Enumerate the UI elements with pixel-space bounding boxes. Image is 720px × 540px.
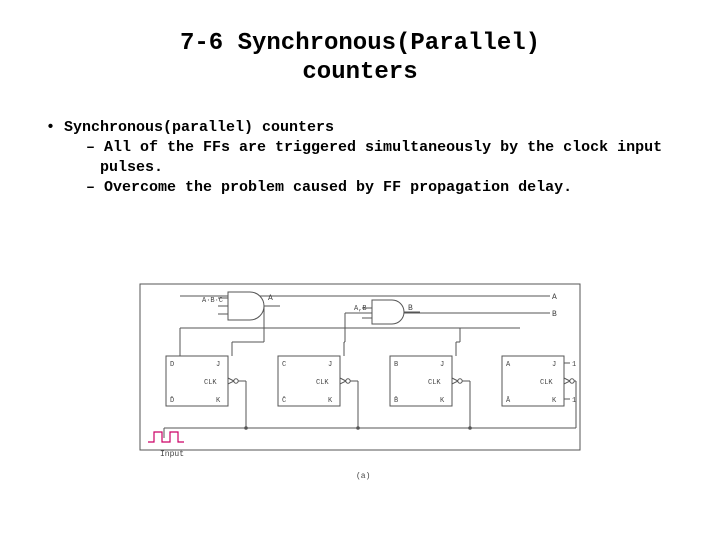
svg-text:A,B: A,B — [354, 305, 367, 313]
svg-text:CLK: CLK — [428, 379, 441, 387]
svg-text:1: 1 — [572, 361, 576, 369]
label-b: B — [552, 310, 557, 319]
svg-text:C̄: C̄ — [282, 396, 286, 405]
svg-text:D̄: D̄ — [170, 396, 174, 405]
svg-text:J: J — [328, 361, 332, 369]
bullet-list: Synchronous(parallel) counters All of th… — [40, 118, 680, 199]
svg-text:B̄: B̄ — [394, 396, 398, 405]
bullet-main: Synchronous(parallel) counters — [46, 118, 680, 138]
circuit-svg: .w { stroke:#555; stroke-width:1; fill:n… — [120, 278, 600, 488]
svg-text:C: C — [282, 361, 286, 369]
flipflop-c: C C̄ J K CLK — [278, 356, 350, 406]
slide-title: 7-6 Synchronous(Parallel) counters — [40, 30, 680, 88]
label-a: A — [552, 293, 557, 302]
svg-text:B: B — [394, 361, 398, 369]
slide: 7-6 Synchronous(Parallel) counters Synch… — [0, 0, 720, 540]
svg-text:D: D — [170, 361, 174, 369]
svg-text:J: J — [440, 361, 444, 369]
svg-text:CLK: CLK — [316, 379, 329, 387]
circuit-diagram: .w { stroke:#555; stroke-width:1; fill:n… — [120, 278, 600, 488]
flipflop-d: D D̄ J K CLK — [166, 356, 238, 406]
svg-text:A: A — [268, 294, 273, 303]
flipflop-b: B B̄ J K CLK — [390, 356, 462, 406]
svg-text:CLK: CLK — [204, 379, 217, 387]
bullet-sub-1: All of the FFs are triggered simultaneou… — [86, 138, 680, 179]
title-line-1: 7-6 Synchronous(Parallel) — [180, 30, 540, 57]
figure-sub-label: (a) — [356, 472, 370, 481]
svg-text:J: J — [552, 361, 556, 369]
svg-text:CLK: CLK — [540, 379, 553, 387]
input-label: Input — [160, 450, 184, 459]
title-line-2: counters — [302, 59, 417, 86]
svg-text:J: J — [216, 361, 220, 369]
bullet-sub-2: Overcome the problem caused by FF propag… — [86, 178, 680, 198]
